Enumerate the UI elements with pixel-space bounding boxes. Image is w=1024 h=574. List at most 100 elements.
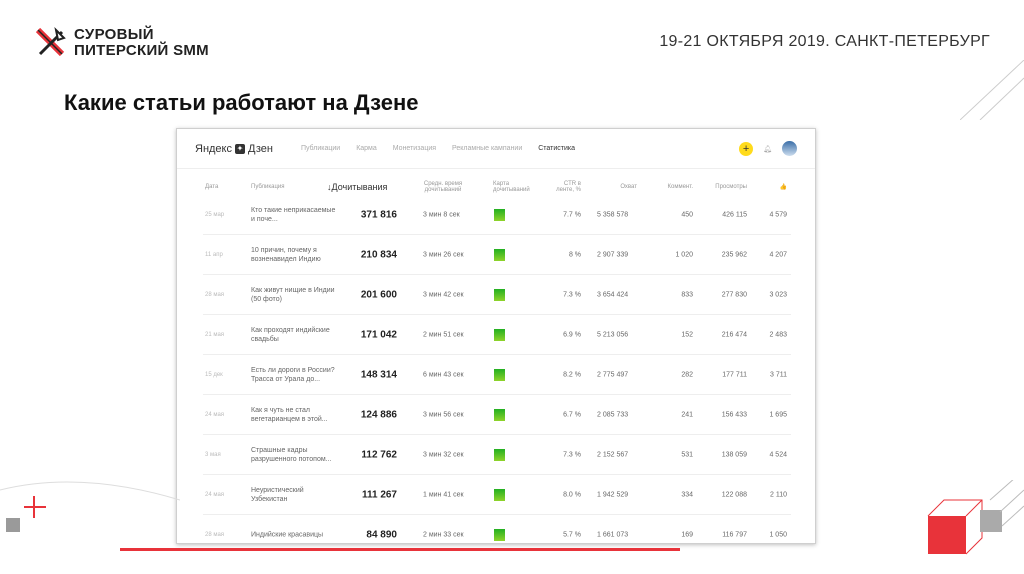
- pen-axe-icon: [35, 26, 66, 57]
- cell-ctr: 6.7 %: [563, 411, 581, 419]
- cell-views: 177 711: [722, 371, 747, 379]
- cell-date: 28 мая: [205, 532, 225, 538]
- nav-ad-campaigns[interactable]: Рекламные кампании: [452, 145, 522, 152]
- cell-reads: 84 890: [366, 529, 397, 541]
- col-reach[interactable]: Охват: [597, 184, 637, 190]
- cell-ctr: 8 %: [568, 251, 581, 259]
- col-avg-time[interactable]: Средн. время дочитываний: [423, 181, 463, 193]
- cell-likes: 3 711: [770, 371, 787, 379]
- cell-likes: 1 050: [769, 531, 787, 539]
- cell-date: 25 мар: [205, 212, 225, 218]
- cell-date: 3 мая: [205, 452, 221, 458]
- nav-publications[interactable]: Публикации: [301, 145, 340, 152]
- table-row[interactable]: 11 апр 10 причин, почему я возненавидел И…: [177, 235, 815, 275]
- cell-time: 3 мин 8 сек: [423, 211, 460, 219]
- cell-date: 15 дек: [205, 372, 223, 378]
- cell-likes: 4 524: [769, 451, 787, 459]
- cell-likes: 4 579: [769, 211, 787, 219]
- col-reads[interactable]: ↓Дочитывания: [327, 182, 387, 192]
- cell-comments: 282: [681, 371, 693, 379]
- col-read-map[interactable]: Карта дочитываний: [493, 181, 533, 193]
- col-publication[interactable]: Публикация: [251, 184, 285, 190]
- logo-line1: СУРОВЫЙ: [74, 26, 154, 43]
- cell-comments: 1 020: [675, 251, 693, 259]
- cell-reads: 201 600: [360, 289, 397, 301]
- cell-date: 24 мая: [205, 492, 225, 498]
- cell-time: 2 мин 51 сек: [423, 331, 464, 339]
- logo-line2: ПИТЕРСКИЙ SMM: [74, 42, 209, 59]
- cell-comments: 450: [681, 211, 693, 219]
- nav-monetization[interactable]: Монетизация: [393, 145, 436, 152]
- cell-reads: 210 834: [360, 249, 397, 261]
- cell-likes: 2 483: [769, 331, 787, 339]
- cell-reads: 124 886: [360, 409, 397, 421]
- cell-likes: 2 110: [770, 491, 787, 499]
- table-row[interactable]: 28 мая Индийские красавицы 84 890 2 мин 33 …: [177, 515, 815, 543]
- red-line: [120, 548, 680, 551]
- cell-reach: 2 775 497: [597, 371, 629, 379]
- cell-time: 3 мин 32 сек: [423, 451, 464, 459]
- decor-left: [0, 481, 180, 532]
- cell-views: 156 433: [721, 411, 747, 419]
- avatar[interactable]: [782, 141, 797, 156]
- cell-time: 2 мин 33 сек: [423, 531, 464, 539]
- slide-title: Какие статьи работают на Дзене: [64, 90, 419, 115]
- col-date[interactable]: Дата: [205, 184, 218, 190]
- read-map-bar: [494, 489, 505, 501]
- cell-reach: 5 358 578: [597, 211, 629, 219]
- cell-date: 28 мая: [205, 292, 225, 298]
- cell-reach: 1 942 529: [597, 491, 629, 499]
- cell-reads: 111 267: [361, 489, 397, 501]
- logo: СУРОВЫЙ ПИТЕРСКИЙ SMM: [34, 26, 209, 60]
- cell-reads: 112 762: [361, 449, 397, 461]
- cell-comments: 334: [681, 491, 693, 499]
- cell-reach: 5 213 056: [597, 331, 629, 339]
- cell-likes: 3 023: [769, 291, 787, 299]
- zen-screenshot: Яндекс ✦ Дзен Публикации Карма Монетизация…: [176, 128, 816, 544]
- table-row[interactable]: 3 мая Страшные кадры разрушенного потопом…: [177, 435, 815, 475]
- cell-reads: 171 042: [360, 329, 397, 341]
- table-row[interactable]: 24 мая Как я чуть не стал вегетарианцем в…: [177, 395, 815, 435]
- cell-reads: 148 314: [360, 369, 397, 381]
- cell-views: 122 088: [721, 491, 747, 499]
- cell-ctr: 7.3 %: [563, 291, 581, 299]
- add-button[interactable]: +: [739, 141, 754, 156]
- cell-ctr: 7.3 %: [563, 451, 581, 459]
- event-date: 19-21 ОКТЯБРЯ 2019. САНКТ-ПЕТЕРБУРГ: [659, 33, 990, 50]
- table-row[interactable]: 25 мар Кто такие неприкасаемые и поче... 3…: [177, 195, 815, 235]
- cell-reach: 2 152 567: [597, 451, 629, 459]
- zen-logo-icon: ✦: [235, 143, 245, 154]
- nav-statistics[interactable]: Статистика: [538, 145, 575, 152]
- table-row[interactable]: 15 дек Есть ли дороги в России? Трасса от…: [177, 355, 815, 395]
- cell-comments: 169: [681, 531, 693, 539]
- zen-brand[interactable]: Яндекс ✦ Дзен: [195, 143, 273, 155]
- cell-reach: 3 654 424: [597, 291, 629, 299]
- read-map-bar: [494, 289, 505, 301]
- cell-ctr: 5.7 %: [563, 531, 581, 539]
- cell-time: 6 мин 43 сек: [423, 371, 464, 379]
- table-row[interactable]: 24 мая Неуристический Узбекистан 111 267 1 …: [177, 475, 815, 515]
- cell-date: 21 мая: [205, 332, 225, 338]
- cell-reach: 2 085 733: [597, 411, 629, 419]
- cell-likes: 4 207: [769, 251, 787, 259]
- col-likes[interactable]: 👍: [767, 184, 787, 191]
- read-map-bar: [494, 369, 505, 381]
- nav-karma[interactable]: Карма: [356, 145, 377, 152]
- decor-lines: [960, 60, 1024, 120]
- cell-comments: 241: [681, 411, 693, 419]
- cell-views: 426 115: [722, 211, 747, 219]
- table-row[interactable]: 21 мая Как проходят индийские свадьбы 171 …: [177, 315, 815, 355]
- cell-views: 116 797: [722, 531, 747, 539]
- read-map-bar: [494, 209, 505, 221]
- read-map-bar: [494, 249, 505, 261]
- read-map-bar: [494, 329, 505, 341]
- brand-zen: Дзен: [248, 142, 273, 155]
- col-ctr[interactable]: CTR в ленте, %: [547, 181, 581, 193]
- cell-likes: 1 695: [769, 411, 787, 419]
- col-comments[interactable]: Коммент.: [657, 184, 693, 190]
- bell-icon[interactable]: 🔔︎: [763, 145, 772, 153]
- table-row[interactable]: 28 мая Как живут нищие в Индии (50 фото) 2…: [177, 275, 815, 315]
- col-views[interactable]: Просмотры: [707, 184, 747, 190]
- cell-ctr: 8.0 %: [563, 491, 581, 499]
- cell-views: 138 059: [721, 451, 747, 459]
